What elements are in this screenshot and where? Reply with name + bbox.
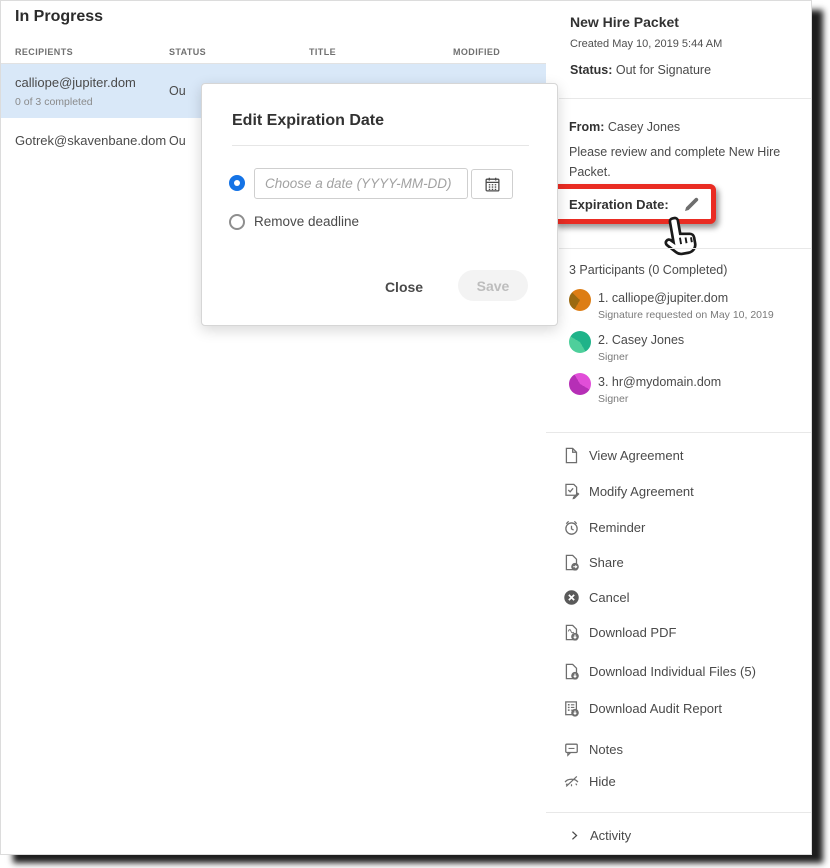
action-cancel[interactable]: Cancel xyxy=(563,589,629,606)
action-notes[interactable]: Notes xyxy=(563,741,623,758)
reminder-icon xyxy=(563,519,580,536)
remove-deadline-label: Remove deadline xyxy=(254,214,359,229)
participant-avatar xyxy=(569,331,591,353)
hide-icon xyxy=(563,773,580,790)
download-individual-files-icon xyxy=(563,663,580,680)
column-header-modified: MODIFIED xyxy=(453,47,500,57)
column-header-title: TITLE xyxy=(309,47,336,57)
participant-name: 1. calliope@jupiter.dom xyxy=(598,291,728,305)
calendar-icon xyxy=(484,176,501,193)
view-agreement-icon xyxy=(563,447,580,464)
action-download-pdf[interactable]: Download PDF xyxy=(563,624,676,641)
status-label: Status: xyxy=(570,63,612,77)
participant-avatar xyxy=(569,289,591,311)
page-title: In Progress xyxy=(15,8,103,26)
choose-date-radio[interactable] xyxy=(229,175,245,191)
from-value: Casey Jones xyxy=(608,120,680,134)
participant-name: 2. Casey Jones xyxy=(598,333,684,347)
column-header-status: STATUS xyxy=(169,47,206,57)
row-recipient[interactable]: Gotrek@skavenbane.dom xyxy=(15,133,166,148)
participant-avatar xyxy=(569,373,591,395)
action-view-agreement[interactable]: View Agreement xyxy=(563,447,683,464)
row-status: Ou xyxy=(169,84,186,98)
close-button[interactable]: Close xyxy=(374,274,434,300)
row-progress: 0 of 3 completed xyxy=(15,96,93,108)
notes-icon xyxy=(563,741,580,758)
chevron-right-icon xyxy=(569,830,580,841)
modify-agreement-icon xyxy=(563,483,580,500)
remove-deadline-radio[interactable] xyxy=(229,214,245,230)
save-button[interactable]: Save xyxy=(458,270,528,301)
action-hide[interactable]: Hide xyxy=(563,773,616,790)
agreement-message: Please review and complete New Hire Pack… xyxy=(569,142,803,182)
row-recipient[interactable]: calliope@jupiter.dom xyxy=(15,75,136,90)
panel-divider xyxy=(546,432,812,433)
calendar-button[interactable] xyxy=(471,169,513,199)
agreement-status: Status: Out for Signature xyxy=(570,63,711,77)
from-label: From: xyxy=(569,120,604,134)
agreement-title: New Hire Packet xyxy=(570,14,679,30)
row-status: Ou xyxy=(169,134,186,148)
participant-subtext: Signer xyxy=(598,351,628,363)
status-value: Out for Signature xyxy=(616,63,711,77)
action-modify-agreement[interactable]: Modify Agreement xyxy=(563,483,694,500)
panel-divider xyxy=(559,98,812,99)
action-reminder[interactable]: Reminder xyxy=(563,519,645,536)
agreements-window: In Progress RECIPIENTS STATUS TITLE MODI… xyxy=(0,0,812,855)
action-download-audit-report[interactable]: Download Audit Report xyxy=(563,700,722,717)
participant-name: 3. hr@mydomain.dom xyxy=(598,375,721,389)
cancel-icon xyxy=(563,589,580,606)
hand-cursor-icon xyxy=(655,208,708,261)
agreement-created-date: Created May 10, 2019 5:44 AM xyxy=(570,38,722,50)
panel-divider xyxy=(546,812,812,813)
participant-subtext: Signature requested on May 10, 2019 xyxy=(598,309,774,321)
activity-expander[interactable]: Activity xyxy=(569,828,631,843)
expiration-date-label: Expiration Date: xyxy=(569,197,669,212)
column-header-recipients: RECIPIENTS xyxy=(15,47,73,57)
date-input[interactable] xyxy=(254,168,468,199)
action-share[interactable]: Share xyxy=(563,554,624,571)
participant-subtext: Signer xyxy=(598,393,628,405)
action-download-individual-files[interactable]: Download Individual Files (5) xyxy=(563,663,756,680)
panel-divider xyxy=(559,248,812,249)
share-icon xyxy=(563,554,580,571)
download-audit-report-icon xyxy=(563,700,580,717)
activity-label: Activity xyxy=(590,828,631,843)
download-pdf-icon xyxy=(563,624,580,641)
edit-expiration-date-dialog: Edit Expiration Date Remove deadline Clo… xyxy=(201,83,558,326)
participants-header: 3 Participants (0 Completed) xyxy=(569,263,727,277)
dialog-title: Edit Expiration Date xyxy=(232,112,384,130)
dialog-divider xyxy=(232,145,529,146)
agreement-from: From: Casey Jones xyxy=(569,120,680,134)
